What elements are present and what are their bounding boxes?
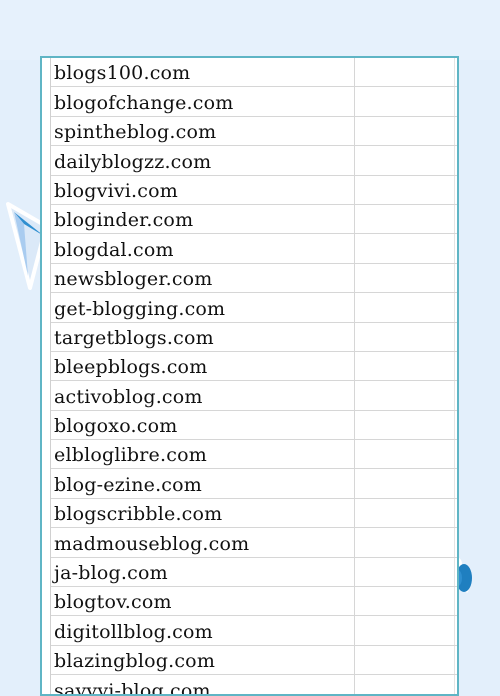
domain-cell[interactable]: blog-ezine.com <box>51 469 355 498</box>
table-row: spintheblog.com <box>51 116 457 147</box>
domain-cell[interactable]: savvyi-blog.com <box>51 675 355 694</box>
table-row: digitollblog.com <box>51 616 457 646</box>
table-row: ja-blog.com <box>51 557 457 588</box>
table-row: blogscribble.com <box>51 498 457 529</box>
table-row: madmouseblog.com <box>51 528 457 558</box>
cloud-icon <box>454 556 472 593</box>
table-row: blogoxo.com <box>51 410 457 441</box>
domain-cell[interactable]: blazingblog.com <box>51 645 355 675</box>
table-row: blogtov.com <box>51 587 457 617</box>
table-row: bloginder.com <box>51 204 457 235</box>
empty-cell[interactable] <box>355 58 455 87</box>
domain-cell[interactable]: madmouseblog.com <box>51 528 355 557</box>
domain-cell[interactable]: blogs100.com <box>51 58 355 87</box>
table-row: blog-ezine.com <box>51 469 457 499</box>
empty-cell[interactable] <box>355 263 455 293</box>
domain-cell[interactable]: blogscribble.com <box>51 498 355 528</box>
domain-cell[interactable]: blogvivi.com <box>51 175 355 204</box>
table-row: dailyblogzz.com <box>51 146 457 176</box>
table-row: activoblog.com <box>51 381 457 411</box>
domain-cell[interactable]: blogoxo.com <box>51 410 355 440</box>
empty-cell[interactable] <box>355 116 455 146</box>
domain-cell[interactable]: blogtov.com <box>51 587 355 616</box>
table-row: bleepblogs.com <box>51 351 457 382</box>
empty-cell[interactable] <box>355 675 455 694</box>
table-row: blogvivi.com <box>51 175 457 205</box>
domain-cell[interactable]: spintheblog.com <box>51 116 355 146</box>
spreadsheet-grid: blogs100.com blogofchange.com spintheblog.… <box>51 58 457 694</box>
table-row: savvyi-blog.com <box>51 675 457 694</box>
empty-cell[interactable] <box>355 175 455 204</box>
domain-cell[interactable]: bleepblogs.com <box>51 351 355 381</box>
empty-cell[interactable] <box>355 557 455 587</box>
empty-cell[interactable] <box>355 293 455 322</box>
empty-cell[interactable] <box>355 146 455 175</box>
empty-cell[interactable] <box>355 440 455 469</box>
domain-cell[interactable]: targetblogs.com <box>51 322 355 351</box>
row-header-strip <box>42 58 51 694</box>
domain-cell[interactable]: ja-blog.com <box>51 557 355 587</box>
empty-cell[interactable] <box>355 498 455 528</box>
empty-cell[interactable] <box>355 87 455 116</box>
table-row: blogdal.com <box>51 234 457 264</box>
empty-cell[interactable] <box>355 616 455 645</box>
table-row: blazingblog.com <box>51 645 457 676</box>
table-row: newsbloger.com <box>51 263 457 294</box>
domain-cell[interactable]: bloginder.com <box>51 204 355 234</box>
empty-cell[interactable] <box>355 469 455 498</box>
empty-cell[interactable] <box>355 351 455 381</box>
domain-cell[interactable]: newsbloger.com <box>51 263 355 293</box>
empty-cell[interactable] <box>355 410 455 440</box>
domain-cell[interactable]: elbloglibre.com <box>51 440 355 469</box>
domain-cell[interactable]: get-blogging.com <box>51 293 355 322</box>
empty-cell[interactable] <box>355 322 455 351</box>
empty-cell[interactable] <box>355 234 455 263</box>
table-row: elbloglibre.com <box>51 440 457 470</box>
table-row: get-blogging.com <box>51 293 457 323</box>
table-row: blogs100.com <box>51 58 457 88</box>
domain-cell[interactable]: blogofchange.com <box>51 87 355 116</box>
table-row: targetblogs.com <box>51 322 457 352</box>
spreadsheet: blogs100.com blogofchange.com spintheblog.… <box>40 56 459 696</box>
domain-cell[interactable]: activoblog.com <box>51 381 355 410</box>
empty-cell[interactable] <box>355 528 455 557</box>
empty-cell[interactable] <box>355 381 455 410</box>
domain-cell[interactable]: digitollblog.com <box>51 616 355 645</box>
empty-cell[interactable] <box>355 204 455 234</box>
empty-cell[interactable] <box>355 645 455 675</box>
background-top <box>0 0 500 60</box>
domain-cell[interactable]: blogdal.com <box>51 234 355 263</box>
empty-cell[interactable] <box>355 587 455 616</box>
domain-cell[interactable]: dailyblogzz.com <box>51 146 355 175</box>
table-row: blogofchange.com <box>51 87 457 117</box>
